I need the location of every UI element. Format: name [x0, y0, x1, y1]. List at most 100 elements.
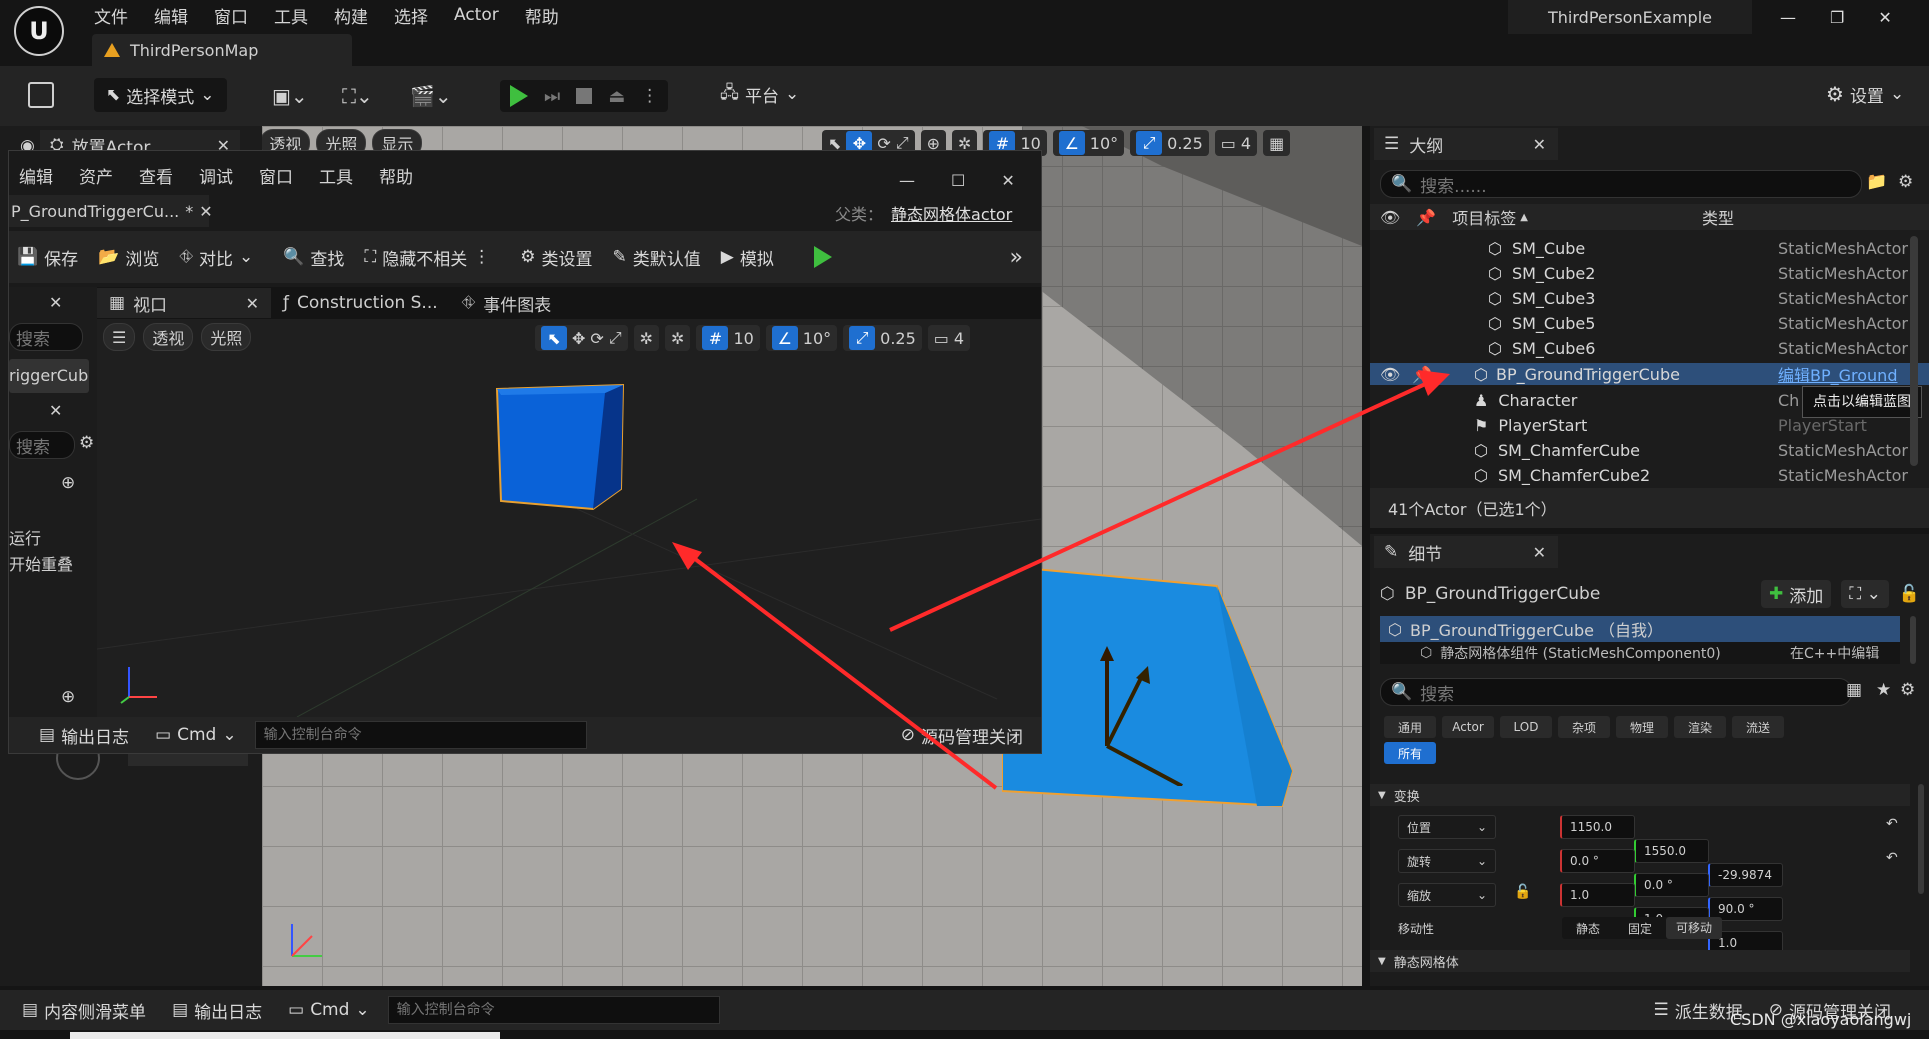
reset-icon[interactable]: ↶ — [1886, 850, 1898, 866]
world-local-icon[interactable]: ✲ — [633, 325, 660, 351]
bp-menu-debug[interactable]: 调试 — [199, 163, 233, 188]
bp-class-defaults-button[interactable]: ✎ 类默认值 — [605, 241, 709, 273]
add-circle-icon[interactable]: ⊕ — [61, 473, 75, 493]
close-window-icon[interactable]: ✕ — [1001, 171, 1014, 190]
cmd-button[interactable]: ▭ Cmd ⌄ — [280, 994, 378, 1026]
minimize-icon[interactable]: — — [899, 171, 915, 190]
content-drawer-button[interactable]: ▤ 内容侧滑菜单 — [14, 994, 154, 1026]
transform-gizmo[interactable] — [1062, 646, 1202, 786]
add-folder-icon[interactable]: 📁 — [1866, 172, 1887, 192]
select-tool-icon[interactable]: ⬉ — [541, 326, 567, 350]
visibility-icon[interactable]: 👁 — [1380, 208, 1400, 227]
star-icon[interactable]: ★ — [1876, 680, 1891, 700]
close-icon[interactable]: ✕ — [1533, 135, 1546, 154]
bp-cmd-button[interactable]: ▭ Cmd ⌄ — [147, 719, 245, 751]
map-tab[interactable]: ThirdPersonMap — [92, 34, 352, 66]
mobility-static[interactable]: 静态 — [1562, 920, 1614, 937]
table-view-icon[interactable]: ▦ — [1846, 680, 1862, 700]
console-input[interactable] — [387, 996, 720, 1024]
list-item-selected[interactable]: 👁 📌 ⬡ BP_GroundTriggerCube 编辑BP_Ground — [1370, 363, 1929, 385]
category-general[interactable]: 通用 — [1384, 716, 1436, 738]
layout-icon[interactable]: ▦ — [1263, 130, 1291, 156]
bp-scale-snap[interactable]: ⤢ 0.25 — [843, 325, 922, 351]
pin-icon[interactable]: 📌 — [1412, 365, 1432, 384]
visibility-icon[interactable]: 👁 — [1380, 365, 1400, 384]
select-mode-button[interactable]: ⬉ 选择模式 ⌄ — [94, 78, 227, 112]
bp-menu-tools[interactable]: 工具 — [319, 163, 353, 188]
settings-button[interactable]: ⚙ 设置 ⌄ — [1818, 78, 1912, 110]
menu-tools[interactable]: 工具 — [274, 3, 308, 28]
category-streaming[interactable]: 流送 — [1732, 716, 1784, 738]
rotation-x[interactable]: 0.0 ° — [1560, 849, 1635, 873]
eject-icon[interactable]: ⏏ — [608, 86, 625, 107]
outliner-scrollbar[interactable] — [1910, 236, 1918, 466]
bp-toolbar-overflow-icon[interactable]: » — [1002, 241, 1031, 273]
bp-menu-edit[interactable]: 编辑 — [19, 163, 53, 188]
rotation-snap[interactable]: ∠ 10° — [1052, 130, 1125, 156]
bp-component-item[interactable]: riggerCub — [9, 359, 89, 393]
list-item[interactable]: ⬡ SM_Cube2 StaticMeshActor — [1370, 263, 1929, 283]
close-window-icon[interactable]: ✕ — [1878, 8, 1891, 27]
blueprint-menu-icon[interactable]: ⛶⌄ — [342, 84, 373, 108]
bp-mybp-search[interactable]: 搜索 — [9, 431, 75, 459]
component-mesh-row[interactable]: ⬡ 静态网格体组件 (StaticMeshComponent0) 在C++中编辑 — [1380, 642, 1900, 664]
step-icon[interactable]: ⏭ — [544, 86, 560, 107]
bp-menu-asset[interactable]: 资产 — [79, 163, 113, 188]
edit-blueprint-link[interactable]: 编辑BP_Ground — [1778, 362, 1897, 386]
play-icon[interactable] — [510, 85, 528, 107]
mobility-movable[interactable]: 可移动 — [1666, 917, 1723, 939]
bp-menu-help[interactable]: 帮助 — [379, 163, 413, 188]
bp-simulate-button[interactable]: ▶ 模拟 — [713, 241, 782, 273]
category-rendering[interactable]: 渲染 — [1674, 716, 1726, 738]
outliner-tab[interactable]: ☰ 大纲 ✕ — [1374, 128, 1558, 160]
bp-menu-view[interactable]: 查看 — [139, 163, 173, 188]
blueprint-options-button[interactable]: ⛶ ⌄ — [1841, 580, 1889, 608]
bp-console-input[interactable] — [254, 721, 587, 749]
restore-icon[interactable]: ❐ — [1830, 8, 1844, 27]
gear-icon[interactable]: ⚙ — [1900, 680, 1915, 700]
menu-file[interactable]: 文件 — [94, 3, 128, 28]
category-misc[interactable]: 杂项 — [1558, 716, 1610, 738]
save-level-icon[interactable] — [28, 82, 54, 108]
bp-perspective-button[interactable]: 透视 — [143, 323, 194, 351]
list-item[interactable]: ⬡ SM_Cube StaticMeshActor — [1370, 238, 1929, 258]
category-actor[interactable]: Actor — [1442, 716, 1494, 738]
details-scrollbar[interactable] — [1918, 784, 1924, 894]
bp-output-log-button[interactable]: ▤ 输出日志 — [31, 719, 137, 751]
reset-icon[interactable]: ↶ — [1886, 816, 1898, 832]
list-item[interactable]: ⬡ SM_Cube3 StaticMeshActor — [1370, 288, 1929, 308]
bp-hide-unrelated-button[interactable]: ⛶ 隐藏不相关 ⋮ — [356, 241, 498, 273]
bp-source-control-button[interactable]: ⊘ 源码管理关闭 — [893, 719, 1031, 751]
component-tree-scrollbar[interactable] — [1910, 616, 1916, 664]
minimize-icon[interactable]: — — [1780, 8, 1796, 27]
menu-edit[interactable]: 编辑 — [154, 3, 188, 28]
event-overlap[interactable]: 开始重叠 — [9, 551, 73, 575]
outliner-col-label[interactable]: 项目标签 — [1452, 205, 1516, 229]
rotation-dropdown[interactable]: 旋转 ⌄ — [1398, 849, 1496, 873]
category-lod[interactable]: LOD — [1500, 716, 1552, 738]
bp-rotation-snap[interactable]: ∠ 10° — [765, 325, 838, 351]
outliner-col-type[interactable]: 类型 — [1702, 205, 1734, 229]
bp-grid-snap[interactable]: #10 — [696, 325, 760, 351]
mobility-stationary[interactable]: 固定 — [1614, 920, 1666, 937]
tab-viewport[interactable]: ▦ 视口 ✕ — [97, 288, 271, 318]
category-all[interactable]: 所有 — [1384, 742, 1436, 764]
bp-diff-button[interactable]: ⛗ 对比 ⌄ — [171, 241, 261, 273]
add-component-button[interactable]: ✚ 添加 — [1761, 580, 1832, 608]
bp-play-button[interactable] — [806, 241, 840, 273]
close-icon[interactable]: ✕ — [49, 401, 62, 420]
details-search[interactable]: 🔍 搜索 — [1380, 678, 1852, 706]
transform-section-header[interactable]: ▼ 变换 — [1370, 784, 1910, 806]
edit-in-cpp-link[interactable]: 在C++中编辑 — [1790, 643, 1879, 663]
bp-asset-tab[interactable]: P_GroundTriggerCu... * ✕ — [9, 195, 213, 227]
stop-icon[interactable] — [576, 88, 593, 104]
bp-camera-speed[interactable]: ▭ 4 — [927, 325, 971, 351]
menu-help[interactable]: 帮助 — [525, 3, 559, 28]
pin-icon[interactable]: 📌 — [1416, 208, 1436, 227]
camera-speed[interactable]: ▭ 4 — [1214, 130, 1258, 156]
add-actor-icon[interactable]: ▣⌄ — [272, 84, 308, 108]
close-icon[interactable]: ✕ — [199, 202, 212, 221]
tab-event-graph[interactable]: ⛗ 事件图表 — [450, 288, 564, 318]
bp-save-button[interactable]: 💾 保存 — [9, 241, 86, 273]
tab-construction-script[interactable]: ƒ Construction S... — [271, 288, 450, 318]
